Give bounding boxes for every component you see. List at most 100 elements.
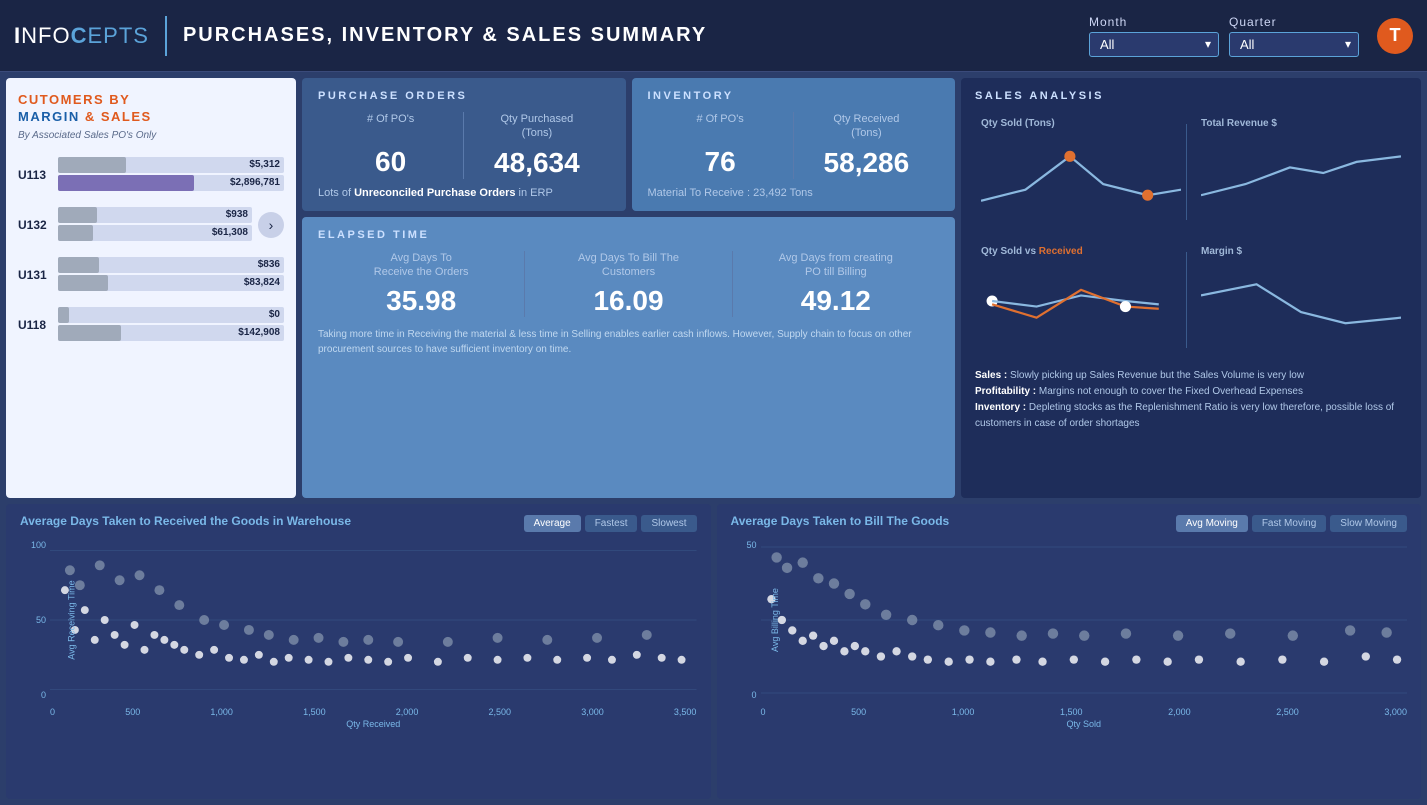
bottom-left-chart: Average Days Taken to Received the Goods… bbox=[6, 504, 711, 799]
filter-slow-moving-btn[interactable]: Slow Moving bbox=[1330, 515, 1407, 532]
bar-value-2: $83,824 bbox=[244, 275, 280, 291]
po-title: PURCHASE ORDERS bbox=[318, 90, 610, 102]
bar-outer-1: $836 bbox=[58, 257, 284, 273]
filter-avg-moving-btn[interactable]: Avg Moving bbox=[1176, 515, 1248, 532]
quarter-select-wrap[interactable]: All bbox=[1229, 32, 1359, 57]
header-left: INFOCEPTS Purchases, Inventory & Sales S… bbox=[14, 16, 707, 56]
y-label-100: 100 bbox=[31, 540, 46, 550]
elapsed-value3: 49.12 bbox=[741, 285, 931, 317]
list-item: U113 $5,312 $2,896,781 bbox=[18, 157, 284, 193]
inv-count-label: # Of PO's bbox=[656, 112, 785, 140]
quarter-select[interactable]: All bbox=[1229, 32, 1359, 57]
chart-qty-sold: Qty Sold (Tons) bbox=[975, 112, 1187, 232]
page-title: Purchases, Inventory & Sales Summary bbox=[183, 24, 707, 47]
chart-sold-vs-received: Qty Sold vs Received bbox=[975, 240, 1187, 360]
margin-word: MARGIN bbox=[18, 109, 80, 124]
bottom-charts-row: Average Days Taken to Received the Goods… bbox=[6, 504, 1421, 799]
elapsed-col2: Avg Days To Bill TheCustomers 16.09 bbox=[524, 251, 731, 318]
sales-word: SALES bbox=[101, 109, 152, 124]
inv-count-value: 76 bbox=[656, 146, 785, 178]
elapsed-title: ELAPSED TIME bbox=[318, 229, 939, 241]
elapsed-label3: Avg Days from creatingPO till Billing bbox=[741, 251, 931, 280]
customer-id: U131 bbox=[18, 268, 52, 282]
customer-id: U118 bbox=[18, 318, 52, 332]
chart3-label: Qty Sold vs Received bbox=[981, 246, 1181, 257]
chart3-svg bbox=[981, 261, 1181, 341]
purchase-orders-panel: PURCHASE ORDERS # Of PO's 60 Qty Purchas… bbox=[302, 78, 626, 211]
elapsed-time-panel: ELAPSED TIME Avg Days ToReceive the Orde… bbox=[302, 217, 955, 498]
customer-bars: $0 $142,908 bbox=[58, 307, 284, 343]
bar-value-1: $5,312 bbox=[249, 157, 280, 173]
inv-count-col: # Of PO's 76 bbox=[648, 112, 793, 179]
bar-value-1: $938 bbox=[226, 207, 248, 223]
bar-outer-1: $938 bbox=[58, 207, 252, 223]
chart4-label: Margin $ bbox=[1201, 246, 1401, 257]
po-note-bold: Unreconciled Purchase Orders bbox=[354, 187, 515, 199]
month-select[interactable]: All bbox=[1089, 32, 1219, 57]
customer-row-inner: U118 $0 $142,908 bbox=[18, 307, 284, 343]
customer-list: U113 $5,312 $2,896,781 bbox=[18, 157, 284, 343]
customers-panel: CUTOMERS BY MARGIN & SALES By Associated… bbox=[6, 78, 296, 498]
chart-divider-3 bbox=[1186, 252, 1187, 348]
chart-revenue: Total Revenue $ bbox=[1195, 112, 1407, 232]
bar-value-1: $0 bbox=[269, 307, 280, 323]
po-count-col: # Of PO's 60 bbox=[318, 112, 463, 179]
chart1-label: Qty Sold (Tons) bbox=[981, 118, 1181, 129]
top-row: PURCHASE ORDERS # Of PO's 60 Qty Purchas… bbox=[302, 78, 955, 211]
bar-value-2: $2,896,781 bbox=[230, 175, 280, 191]
bar-outer-2: $142,908 bbox=[58, 325, 284, 341]
bar-inner-2 bbox=[58, 175, 194, 191]
bar-value-1: $836 bbox=[258, 257, 280, 273]
y-axis-labels-right: 50 0 bbox=[731, 540, 761, 700]
bar-outer-2: $61,308 bbox=[58, 225, 252, 241]
header: INFOCEPTS Purchases, Inventory & Sales S… bbox=[0, 0, 1427, 72]
bar-inner-2 bbox=[58, 275, 108, 291]
received-highlight: Received bbox=[1039, 246, 1083, 257]
x-axis-ticks-left: 0 500 1,000 1,500 2,000 2,500 3,000 3,50… bbox=[50, 707, 697, 717]
sales-analysis-panel: SALES ANALYSIS Qty Sold (Tons) Total Rev… bbox=[961, 78, 1421, 498]
filter-slowest-btn[interactable]: Slowest bbox=[641, 515, 696, 532]
bottom-right-title: Average Days Taken to Bill The Goods bbox=[731, 514, 950, 528]
scatter-svg-right bbox=[761, 540, 1408, 700]
po-qty-value: 48,634 bbox=[472, 147, 601, 179]
bar-value-2: $142,908 bbox=[238, 325, 280, 341]
chart2-svg bbox=[1201, 133, 1401, 213]
po-qty-label: Qty Purchased(Tons) bbox=[472, 112, 601, 141]
middle-column: PURCHASE ORDERS # Of PO's 60 Qty Purchas… bbox=[302, 78, 955, 498]
inv-qty-col: Qty Received(Tons) 58,286 bbox=[793, 112, 939, 179]
bottom-right-chart: Average Days Taken to Bill The Goods Avg… bbox=[717, 504, 1422, 799]
sales-charts-grid: Qty Sold (Tons) Total Revenue $ Qty Sold… bbox=[975, 112, 1407, 360]
quarter-filter-group: Quarter All bbox=[1229, 15, 1359, 57]
x-axis-label-left: Qty Received bbox=[50, 719, 697, 729]
customer-row-inner: U132 $938 $61,308 › bbox=[18, 207, 284, 243]
filter-average-btn[interactable]: Average bbox=[524, 515, 581, 532]
elapsed-col3: Avg Days from creatingPO till Billing 49… bbox=[732, 251, 939, 318]
bar-outer-2: $2,896,781 bbox=[58, 175, 284, 191]
filter-fastest-btn[interactable]: Fastest bbox=[585, 515, 638, 532]
bar-outer-1: $5,312 bbox=[58, 157, 284, 173]
bar-inner-2 bbox=[58, 225, 93, 241]
elapsed-label1: Avg Days ToReceive the Orders bbox=[326, 251, 516, 280]
elapsed-metrics: Avg Days ToReceive the Orders 35.98 Avg … bbox=[318, 251, 939, 318]
customers-subtitle: By Associated Sales PO's Only bbox=[18, 130, 284, 141]
inventory-panel: INVENTORY # Of PO's 76 Qty Received(Tons… bbox=[632, 78, 956, 211]
logo-divider bbox=[165, 16, 167, 56]
scatter-container-right: Avg Billing Time bbox=[761, 540, 1408, 700]
list-item: U132 $938 $61,308 › bbox=[18, 207, 284, 243]
customer-id: U113 bbox=[18, 168, 52, 182]
month-select-wrap[interactable]: All bbox=[1089, 32, 1219, 57]
main-grid: CUTOMERS BY MARGIN & SALES By Associated… bbox=[0, 72, 1427, 805]
insight-profit: Profitability : Margins not enough to co… bbox=[975, 384, 1407, 400]
inv-qty-label: Qty Received(Tons) bbox=[802, 112, 931, 141]
x-axis-ticks-right: 0 500 1,000 1,500 2,000 2,500 3,000 bbox=[761, 707, 1408, 717]
bar-outer-2: $83,824 bbox=[58, 275, 284, 291]
bar-value-2: $61,308 bbox=[212, 225, 248, 241]
list-item: U131 $836 $83,824 bbox=[18, 257, 284, 293]
elapsed-value1: 35.98 bbox=[326, 285, 516, 317]
chevron-button[interactable]: › bbox=[258, 212, 284, 238]
insight-inv: Inventory : Depleting stocks as the Repl… bbox=[975, 400, 1407, 432]
quarter-label: Quarter bbox=[1229, 15, 1277, 29]
filter-fast-moving-btn[interactable]: Fast Moving bbox=[1252, 515, 1326, 532]
bar-inner-1 bbox=[58, 207, 97, 223]
bottom-left-chart-area: 100 50 0 Avg Receiving Time bbox=[20, 540, 697, 700]
